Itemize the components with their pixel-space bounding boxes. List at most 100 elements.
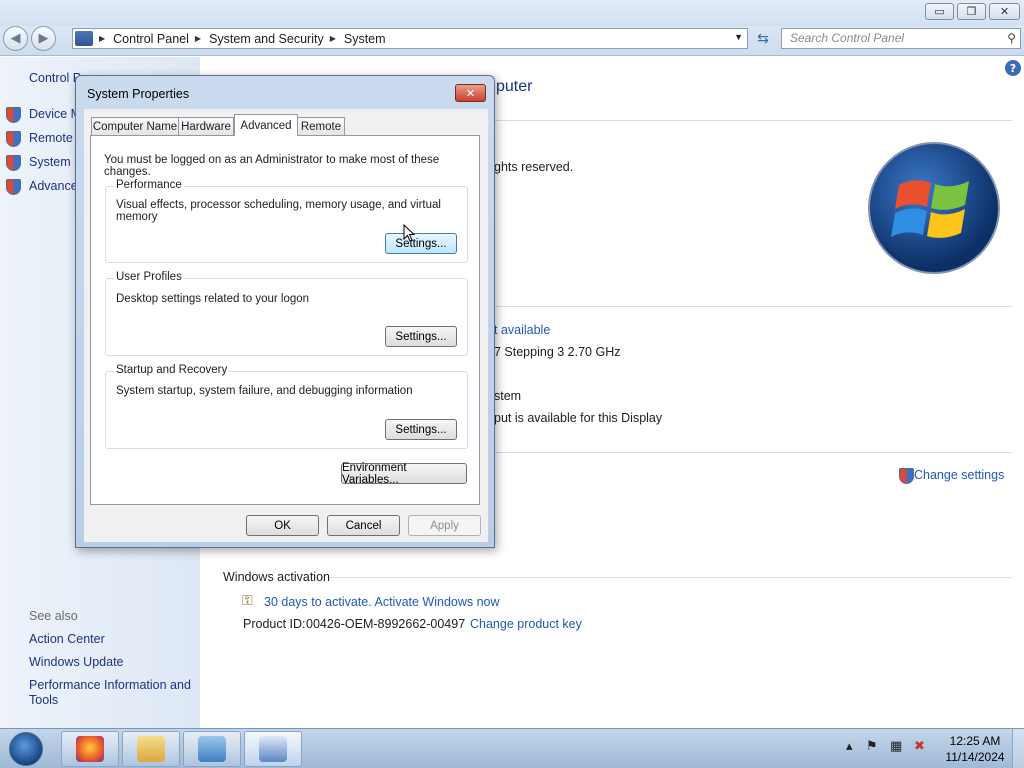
show-hidden-icons-icon[interactable]: ▴ xyxy=(846,739,853,754)
ok-button[interactable]: OK xyxy=(246,515,319,536)
system-properties-dialog: System Properties ✕ Computer Name Hardwa… xyxy=(75,75,495,548)
breadcrumb-separator-icon: ▶ xyxy=(329,34,336,43)
window-titlebar: ▭ ❐ ✕ xyxy=(0,0,1024,26)
control-panel-home-link[interactable]: Control P xyxy=(29,71,81,85)
advanced-tab-panel: You must be logged on as an Administrato… xyxy=(90,135,480,505)
network-icon[interactable]: ▦ xyxy=(890,739,902,754)
restore-icon: ❐ xyxy=(966,5,977,18)
tab-computer-name[interactable]: Computer Name xyxy=(91,117,179,135)
search-input[interactable]: Search Control Panel ⚲ xyxy=(781,28,1021,49)
minimize-button[interactable]: ▭ xyxy=(925,3,954,20)
taskbar: ▴ ⚑ ▦ ✖ 12:25 AM 11/14/2024 xyxy=(0,728,1024,768)
control-panel-icon xyxy=(75,31,93,46)
show-desktop-button[interactable] xyxy=(1012,729,1024,768)
section-divider xyxy=(330,577,1012,578)
admin-note: You must be logged on as an Administrato… xyxy=(104,154,440,178)
shield-icon xyxy=(6,131,21,147)
section-divider xyxy=(494,306,1012,307)
action-center-flag-icon[interactable]: ⚑ xyxy=(866,739,878,754)
back-arrow-icon: ◀ xyxy=(10,31,21,46)
system-clock[interactable]: 12:25 AM 11/14/2024 xyxy=(940,733,1010,765)
search-icon[interactable]: ⚲ xyxy=(1007,31,1016,45)
breadcrumb-system[interactable]: System xyxy=(344,32,386,46)
volume-muted-icon[interactable]: ✖ xyxy=(914,739,925,754)
performance-settings-button[interactable]: Settings... xyxy=(385,233,457,254)
system-protection-link[interactable]: System p xyxy=(29,155,81,169)
performance-information-link-line2[interactable]: Tools xyxy=(29,693,58,707)
environment-variables-button[interactable]: Environment Variables... xyxy=(341,462,467,486)
user-profiles-description: Desktop settings related to your logon xyxy=(116,293,310,305)
windows-update-link[interactable]: Windows Update xyxy=(29,655,124,669)
start-button[interactable] xyxy=(4,731,48,767)
chevron-down-icon[interactable]: ▼ xyxy=(734,32,743,42)
close-window-button[interactable]: ✕ xyxy=(989,3,1020,20)
forward-arrow-icon: ▶ xyxy=(38,31,49,46)
cancel-button[interactable]: Cancel xyxy=(327,515,400,536)
performance-description: Visual effects, processor scheduling, me… xyxy=(116,199,441,223)
section-divider xyxy=(494,452,1012,453)
product-id-label: Product ID: xyxy=(243,617,306,631)
tab-advanced[interactable]: Advanced xyxy=(234,114,298,136)
breadcrumb-control-panel[interactable]: Control Panel xyxy=(113,32,189,46)
startup-recovery-description: System startup, system failure, and debu… xyxy=(116,385,413,397)
tab-hardware[interactable]: Hardware xyxy=(178,117,234,135)
clock-date: 11/14/2024 xyxy=(945,750,1005,764)
dialog-close-button[interactable]: ✕ xyxy=(455,84,486,102)
clock-time: 12:25 AM xyxy=(949,734,1001,748)
section-divider xyxy=(494,120,1012,121)
processor-value: 7 Stepping 3 2.70 GHz xyxy=(494,345,621,359)
shield-icon xyxy=(899,468,914,484)
rating-link[interactable]: t available xyxy=(494,323,550,337)
change-settings-link[interactable]: Change settings xyxy=(914,468,1004,482)
product-id-value: 00426-OEM-8992662-00497 xyxy=(306,617,466,631)
system-type-value: stem xyxy=(494,389,522,403)
firefox-icon xyxy=(76,736,104,762)
close-icon: ✕ xyxy=(999,5,1010,18)
minimize-icon: ▭ xyxy=(934,5,945,18)
breadcrumb-separator-icon: ▶ xyxy=(99,34,106,43)
see-also-label: See also xyxy=(29,609,78,623)
startup-recovery-group: Startup and Recovery System startup, sys… xyxy=(105,364,468,449)
navigation-bar: ◀ ▶ ▶ Control Panel ▶ System and Securit… xyxy=(0,26,1024,56)
user-profiles-settings-button[interactable]: Settings... xyxy=(385,326,457,347)
shield-icon xyxy=(6,179,21,195)
user-profiles-group-title: User Profiles xyxy=(114,271,184,283)
activation-heading: Windows activation xyxy=(223,570,330,584)
apply-button[interactable]: Apply xyxy=(408,515,481,536)
activate-windows-link[interactable]: 30 days to activate. Activate Windows no… xyxy=(264,595,500,609)
back-button[interactable]: ◀ xyxy=(3,26,28,51)
file-explorer-icon xyxy=(137,736,165,762)
startup-recovery-group-title: Startup and Recovery xyxy=(114,364,230,376)
windows-logo xyxy=(868,142,1000,274)
system-properties-icon xyxy=(259,736,287,762)
tab-remote[interactable]: Remote xyxy=(297,117,345,135)
shield-icon xyxy=(6,107,21,123)
taskbar-control-panel[interactable] xyxy=(183,731,241,767)
forward-button[interactable]: ▶ xyxy=(31,26,56,51)
page-title: puter xyxy=(496,78,533,95)
refresh-icon: ⇆ xyxy=(757,30,769,47)
action-center-link[interactable]: Action Center xyxy=(29,632,105,646)
taskbar-file-explorer[interactable] xyxy=(122,731,180,767)
pen-touch-value: put is available for this Display xyxy=(494,411,663,425)
startup-recovery-settings-button[interactable]: Settings... xyxy=(385,419,457,440)
advanced-system-settings-link[interactable]: Advance xyxy=(29,179,78,193)
performance-information-link[interactable]: Performance Information and xyxy=(29,678,191,692)
windows-orb-icon xyxy=(9,732,43,766)
maximize-button[interactable]: ❐ xyxy=(957,3,986,20)
help-icon[interactable]: ? xyxy=(1005,60,1021,76)
search-placeholder: Search Control Panel xyxy=(790,31,905,45)
performance-group-title: Performance xyxy=(114,179,184,191)
refresh-button[interactable]: ⇆ xyxy=(751,28,775,49)
copyright-text: ghts reserved. xyxy=(494,160,574,174)
taskbar-system-properties[interactable] xyxy=(244,731,302,767)
device-manager-link[interactable]: Device M xyxy=(29,107,81,121)
taskbar-firefox[interactable] xyxy=(61,731,119,767)
control-panel-icon xyxy=(198,736,226,762)
address-bar[interactable]: ▶ Control Panel ▶ System and Security ▶ … xyxy=(72,28,748,49)
change-product-key-link[interactable]: Change product key xyxy=(470,617,582,631)
close-icon: ✕ xyxy=(465,86,476,100)
key-icon: ⚿ xyxy=(242,593,253,609)
user-profiles-group: User Profiles Desktop settings related t… xyxy=(105,271,468,356)
breadcrumb-system-and-security[interactable]: System and Security xyxy=(209,32,324,46)
